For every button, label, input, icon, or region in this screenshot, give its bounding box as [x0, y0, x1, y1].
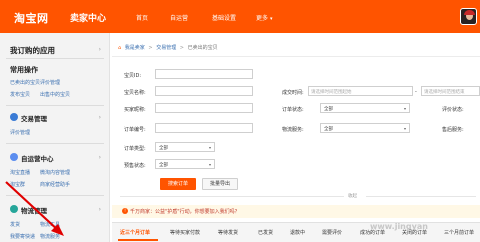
sidebar-common-title: 常用操作 — [10, 66, 38, 74]
sidebar-item-express[interactable]: 我要寄快递 — [10, 233, 35, 240]
chevron-right-icon[interactable]: › — [99, 154, 101, 161]
order-status-select[interactable]: 全部 ▾ — [320, 103, 410, 113]
logistics-service-select[interactable]: 全部 ▾ — [320, 123, 410, 133]
tab-awaiting-payment[interactable]: 等待买家付款 — [170, 229, 200, 236]
tab-older-orders[interactable]: 三个月前订单 — [444, 229, 474, 236]
sidebar-title: 我订购的应用 — [10, 46, 55, 55]
sidebar-self-title[interactable]: 自运营中心 — [21, 153, 54, 163]
chevron-right-icon[interactable]: › — [99, 46, 101, 53]
deal-time-from-input[interactable]: 请选择时间范围起始 — [308, 86, 413, 96]
tab-awaiting-shipment[interactable]: 等待发货 — [218, 229, 238, 236]
deal-time-to-input[interactable]: 请选择时间范围结束 — [421, 86, 480, 96]
home-icon[interactable]: ⌂ — [118, 45, 121, 51]
sidebar-item-logistics-tools[interactable]: 物流工具 — [40, 221, 60, 228]
chevron-down-icon: ▾ — [208, 145, 211, 150]
sidebar-item-on-sale[interactable]: 出售中的宝贝 — [40, 91, 70, 98]
order-type-select[interactable]: 全部 ▾ — [155, 142, 215, 152]
item-id-label: 宝贝ID: — [124, 73, 142, 79]
sidebar-divider — [6, 58, 104, 59]
sidebar-divider — [6, 105, 104, 106]
chevron-down-icon: ▾ — [208, 162, 211, 167]
presale-label: 预售状态: — [124, 163, 146, 169]
order-status-value: 全部 — [324, 107, 333, 112]
sidebar-item-group[interactable]: 淘宝群 — [10, 181, 25, 188]
presale-value: 全部 — [159, 163, 168, 168]
nav-more-label: 更多 — [256, 15, 269, 22]
breadcrumb-current: 已卖出的宝贝 — [187, 45, 218, 51]
logistics-icon — [10, 205, 18, 213]
top-bar: 淘宝网 卖家中心 首页 自运营 基础设置 更多 ▾ — [0, 0, 480, 33]
taobao-logo[interactable]: 淘宝网 — [14, 10, 49, 26]
sidebar-item-review-manage[interactable]: 评价管理 — [10, 129, 30, 136]
chevron-down-icon: ▾ — [270, 16, 273, 22]
breadcrumb-seller[interactable]: 我是卖家 — [125, 45, 145, 51]
chevron-down-icon: ▾ — [403, 126, 406, 131]
presale-select[interactable]: 全部 ▾ — [155, 159, 215, 169]
deal-time-separator: - — [415, 89, 417, 95]
breadcrumb-trade[interactable]: 交易管理 — [156, 45, 176, 51]
main-divider — [112, 56, 480, 57]
active-tab-indicator — [118, 239, 158, 241]
sidebar-item-weitao[interactable]: 微淘内容管理 — [40, 169, 70, 176]
nav-more[interactable]: 更多 ▾ — [256, 13, 273, 22]
chevron-right-icon[interactable]: › — [99, 206, 101, 213]
sidebar-logistics-title[interactable]: 物流管理 — [21, 205, 47, 215]
avatar[interactable] — [460, 8, 477, 25]
sidebar-divider — [6, 143, 104, 144]
buyer-nick-label: 买家昵称: — [124, 107, 146, 113]
buyer-nick-input[interactable] — [155, 103, 253, 113]
order-type-label: 订单类型: — [124, 146, 146, 152]
sidebar-item-assistant[interactable]: 商家经营助手 — [40, 181, 70, 188]
watermark: www.jingyan — [370, 222, 428, 231]
order-no-label: 订单编号: — [124, 127, 146, 133]
collapse-divider — [120, 196, 344, 197]
logistics-service-label: 物流服务: — [282, 127, 304, 133]
tab-shipped[interactable]: 已发货 — [258, 229, 273, 236]
item-name-label: 宝贝名称: — [124, 90, 146, 96]
seller-center-title[interactable]: 卖家中心 — [70, 11, 106, 24]
sidebar-item-sold[interactable]: 已卖出的宝贝 — [10, 79, 40, 86]
notice-text[interactable]: 千万商家：公益"护盾"行动，你想要加入我们吗？ — [130, 208, 240, 215]
order-status-label: 订单状态: — [282, 107, 304, 113]
collapse-divider — [366, 196, 476, 197]
deal-time-label: 成交时间: — [282, 90, 304, 96]
self-operation-icon — [10, 153, 18, 161]
aftersale-label: 售后服务: — [442, 127, 464, 133]
nav-home[interactable]: 首页 — [136, 13, 148, 22]
sidebar-trade-title[interactable]: 交易管理 — [21, 113, 47, 123]
sidebar-item-live[interactable]: 淘宝直播 — [10, 169, 30, 176]
breadcrumb: ⌂ 我是卖家 > 交易管理 > 已卖出的宝贝 — [118, 44, 218, 51]
sidebar-item-ship[interactable]: 发货 — [10, 221, 20, 228]
nav-self-operation[interactable]: 自运营 — [170, 13, 188, 22]
trade-icon — [10, 113, 18, 121]
sidebar: 我订购的应用 › 常用操作 已卖出的宝贝 评价管理 发布宝贝 出售中的宝贝 交易… — [0, 33, 110, 242]
sidebar-divider — [6, 195, 104, 196]
alert-icon: ! — [122, 208, 128, 214]
tab-refunding[interactable]: 退款中 — [290, 229, 305, 236]
logistics-service-value: 全部 — [324, 127, 333, 132]
batch-export-button[interactable]: 批量导出 — [202, 178, 238, 190]
nav-basic-settings[interactable]: 基础设置 — [212, 13, 236, 22]
item-id-input[interactable] — [155, 69, 253, 79]
chevron-down-icon: ▾ — [403, 106, 406, 111]
breadcrumb-separator: > — [179, 45, 184, 51]
order-type-value: 全部 — [159, 146, 168, 151]
tab-recent-three-months[interactable]: 近三个月订单 — [120, 229, 150, 236]
sidebar-item-publish[interactable]: 发布宝贝 — [10, 91, 30, 98]
sidebar-item-logistics-service[interactable]: 物流服务 — [40, 233, 60, 240]
tab-need-review[interactable]: 需要评价 — [322, 229, 342, 236]
review-status-label: 评价状态: — [442, 107, 464, 113]
breadcrumb-separator: > — [148, 45, 153, 51]
search-orders-button[interactable]: 搜索订单 — [160, 178, 196, 190]
sidebar-item-review[interactable]: 评价管理 — [40, 79, 60, 86]
chevron-right-icon[interactable]: › — [99, 114, 101, 121]
collapse-toggle[interactable]: 收起 — [348, 193, 357, 199]
item-name-input[interactable] — [155, 86, 253, 96]
order-no-input[interactable] — [155, 123, 253, 133]
